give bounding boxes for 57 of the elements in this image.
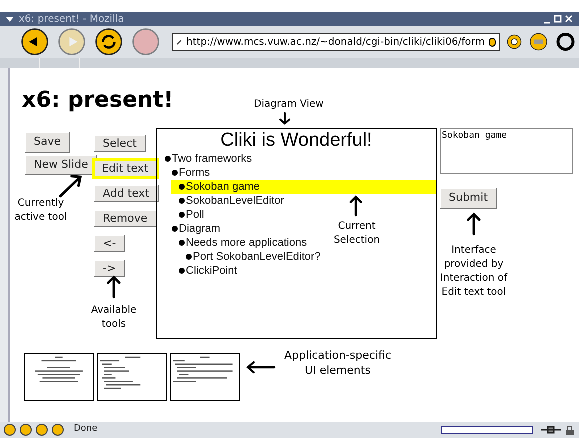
item-text: Poll: [186, 208, 204, 222]
annotation-label: Current Selection: [332, 220, 382, 248]
tool-button[interactable]: Add text: [94, 185, 159, 202]
bullet-icon: [172, 226, 178, 232]
component-icon[interactable]: [52, 424, 64, 436]
bullet-icon: [179, 240, 185, 246]
left-arrow-icon: [246, 360, 276, 375]
dropdown-icon[interactable]: [488, 38, 496, 46]
bullet-icon: [165, 156, 171, 162]
item-text: Forms: [179, 166, 210, 180]
slide-thumbnail[interactable]: [24, 353, 94, 401]
bullet-icon: [179, 198, 185, 204]
slide-action-button[interactable]: New Slide: [25, 154, 98, 175]
annotation-label: Available tools: [90, 304, 138, 332]
back-button[interactable]: [20, 27, 50, 57]
window-title: x6: present! - Mozilla: [19, 12, 126, 26]
component-icon[interactable]: [4, 424, 16, 436]
down-arrow-icon: [278, 112, 292, 125]
bullet-icon: [179, 184, 185, 190]
annotation-label: Diagram View: [254, 99, 324, 111]
tool-button[interactable]: Select: [94, 135, 146, 152]
slide-title: Cliki is Wonderful!: [220, 130, 374, 152]
slide-thumbnail[interactable]: [97, 353, 167, 401]
bullet-icon: [179, 212, 185, 218]
padlock-icon: [565, 425, 575, 435]
component-icon[interactable]: [20, 424, 32, 436]
bullet-icon: [179, 268, 185, 274]
tool-button[interactable]: ->: [94, 260, 126, 277]
arrow-icon: [58, 172, 84, 198]
annotation-label: Currently active tool: [14, 197, 68, 225]
connection-icon: [541, 425, 561, 435]
page-heading: x6: present!: [22, 88, 174, 114]
item-text: Sokoban game: [186, 180, 260, 194]
outline-item[interactable]: Forms: [172, 166, 210, 180]
outline-item[interactable]: Poll: [179, 208, 204, 222]
reload-button[interactable]: [94, 27, 124, 57]
edit-text-field[interactable]: Sokoban game: [440, 128, 573, 174]
search-button[interactable]: [507, 32, 522, 52]
url-field[interactable]: http://www.mcs.vuw.ac.nz/~donald/cgi-bin/cliki/cliki06/form: [172, 33, 500, 51]
outline-item[interactable]: Sokoban game: [171, 180, 436, 194]
up-arrow-icon: [348, 195, 364, 217]
up-arrow-icon: [106, 275, 122, 299]
slide-action-button[interactable]: Save: [25, 132, 70, 152]
submit-button[interactable]: Submit: [440, 188, 498, 208]
slide-thumbnail[interactable]: [170, 353, 240, 401]
status-text: Done: [74, 423, 99, 436]
up-arrow-icon: [466, 212, 482, 236]
url-text: http://www.mcs.vuw.ac.nz/~donald/cgi-bin/cliki/cliki06/form: [186, 36, 485, 50]
bullet-icon: [172, 170, 178, 176]
tool-button[interactable]: <-: [94, 235, 126, 252]
window-controls-icon[interactable]: [543, 14, 573, 24]
tool-button[interactable]: Remove: [94, 210, 157, 227]
annotation-label: Interface provided by Interaction of Edit text tool: [439, 244, 509, 300]
annotation-label: Application-specific UI elements: [284, 348, 392, 378]
tool-button[interactable]: Edit text: [92, 158, 159, 179]
bullet-icon: [186, 254, 192, 260]
component-icon[interactable]: [36, 424, 48, 436]
